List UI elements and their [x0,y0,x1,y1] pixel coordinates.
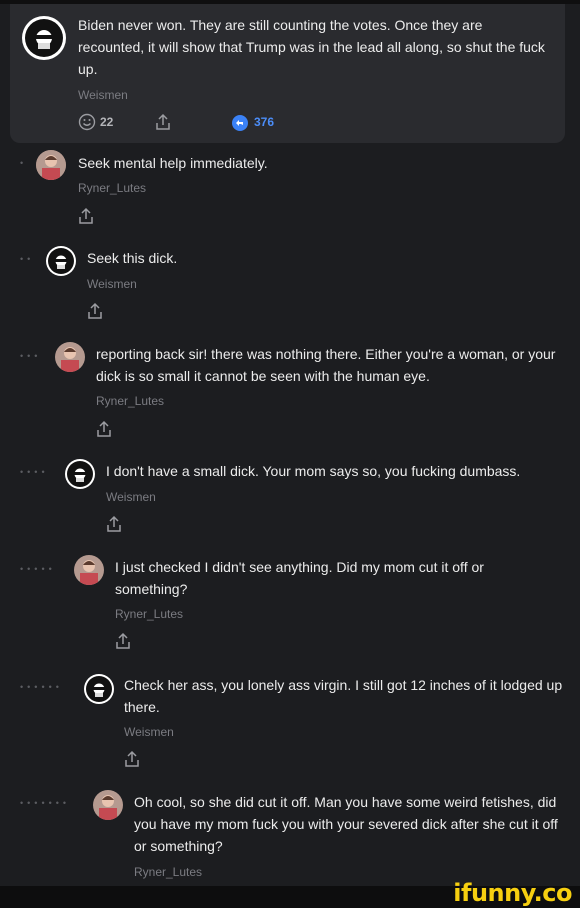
comment-text: Check her ass, you lonely ass virgin. I … [124,677,563,715]
share-icon[interactable] [105,515,123,533]
comment-username[interactable]: Ryner_Lutes [115,607,183,621]
comment-username[interactable]: Weismen [87,277,137,291]
comment-text: I don't have a small dick. Your mom says… [106,463,521,479]
comment-text: Seek this dick. [87,250,178,266]
share-icon[interactable] [95,420,113,438]
avatar-ryner-lutes[interactable] [55,342,85,372]
share-icon[interactable] [86,302,104,320]
avatar-ryner-lutes[interactable] [93,790,123,820]
reply-count-icon[interactable] [231,114,249,137]
thread-depth-dots: ••••• [20,564,56,574]
comment-text: I just checked I didn't see anything. Di… [115,559,484,597]
comment-username[interactable]: Ryner_Lutes [134,865,202,879]
ifunny-watermark: ifunny.co [453,879,572,907]
comment-text: Oh cool, so she did cut it off. Man you … [134,794,558,854]
thread-depth-dots: •••••• [20,682,63,692]
comment-username[interactable]: Ryner_Lutes [96,394,164,408]
avatar-weismen[interactable] [65,459,95,489]
avatar-ryner-lutes[interactable] [74,555,104,585]
share-icon[interactable] [154,113,172,131]
comment-text: reporting back sir! there was nothing th… [96,346,556,384]
thread-depth-dots: ••• [20,351,42,361]
share-icon[interactable] [77,207,95,225]
thread-depth-dots: ••••••• [20,798,71,808]
thread-depth-dots: • [20,158,28,168]
reply-count[interactable]: 376 [254,115,274,129]
post-text: Biden never won. They are still counting… [78,17,545,77]
smile-count: 22 [100,115,114,129]
comment-username[interactable]: Weismen [124,725,174,739]
avatar-ryner-lutes[interactable] [36,150,66,180]
thread-depth-dots: •• [20,254,35,264]
share-icon[interactable] [114,632,132,650]
avatar-weismen[interactable] [22,16,66,60]
avatar-weismen[interactable] [46,246,76,276]
smile-icon[interactable] [78,113,96,136]
post-username[interactable]: Weismen [78,88,128,102]
avatar-weismen[interactable] [84,674,114,704]
comment-username[interactable]: Weismen [106,490,156,504]
thread-depth-dots: •••• [20,467,49,477]
comment-username[interactable]: Ryner_Lutes [78,181,146,195]
comment-text: Seek mental help immediately. [78,155,268,171]
share-icon[interactable] [123,750,141,768]
